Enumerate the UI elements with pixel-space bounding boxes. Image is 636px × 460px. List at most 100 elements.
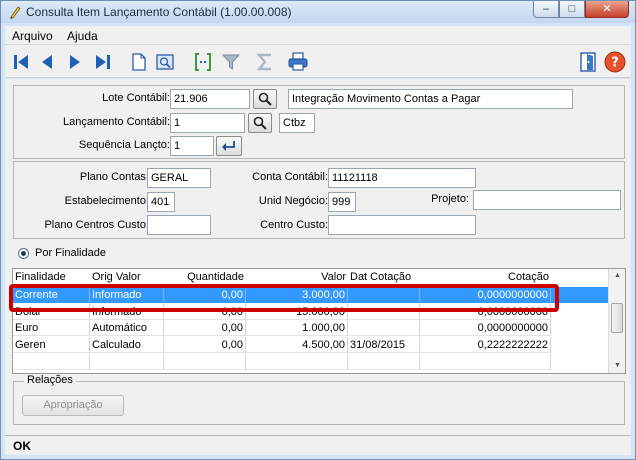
last-record-button[interactable] (91, 50, 115, 74)
main-content: Lote Contábil: 21.906 Integração Movimen… (5, 79, 631, 435)
magnifier-icon (258, 92, 272, 106)
grid-header: Finalidade Orig Valor Quantidade Valor D… (13, 269, 609, 285)
maximize-button[interactable]: □ (559, 1, 585, 18)
filter-button[interactable] (219, 50, 243, 74)
scroll-thumb[interactable] (611, 303, 623, 333)
menu-ajuda[interactable]: Ajuda (67, 29, 98, 43)
lote-description-field[interactable]: Integração Movimento Contas a Pagar (288, 89, 573, 109)
estabelecimento-field[interactable]: 401 (147, 192, 175, 212)
help-symbol: ? (611, 56, 619, 71)
close-button[interactable]: ✕ (585, 1, 629, 18)
plano-contas-label: Plano Contas: (79, 171, 149, 183)
sequencia-label: Sequência Lançto: (78, 139, 170, 151)
unid-negocio-field[interactable]: 999 (328, 192, 356, 212)
previous-record-button[interactable] (35, 50, 59, 74)
status-text: OK (13, 439, 31, 453)
empty-cell (246, 354, 348, 370)
cell-valor: 4.500,00 (246, 337, 348, 353)
scroll-up-icon[interactable]: ▲ (609, 269, 625, 283)
cell-finalidade: Geren (13, 337, 90, 353)
cell-quantidade: 0,00 (164, 337, 246, 353)
lote-group: Lote Contábil: 21.906 Integração Movimen… (13, 85, 625, 159)
column-header-quantidade[interactable]: Quantidade (164, 269, 246, 285)
magnifier-icon (253, 116, 267, 130)
menu-bar: Arquivo Ajuda (5, 26, 631, 45)
empty-cell (164, 354, 246, 370)
column-header-valor[interactable]: Valor (246, 269, 348, 285)
centro-custo-field[interactable] (328, 215, 476, 235)
projeto-field[interactable] (473, 190, 621, 210)
centro-custo-label: Centro Custo: (260, 219, 328, 231)
plano-centros-custo-label: Plano Centros Custo: (44, 219, 149, 231)
cell-finalidade: Euro (13, 320, 90, 336)
empty-cell (348, 354, 420, 370)
lancamento-lookup-button[interactable] (248, 113, 272, 133)
cell-cotacao: 0,2222222222 (420, 337, 551, 353)
previous-record-icon (42, 55, 52, 69)
empty-cell (90, 354, 164, 370)
filter-icon (221, 54, 241, 70)
selected-row-highlight (9, 284, 559, 312)
preview-icon (156, 54, 174, 70)
table-row[interactable]: Euro Automático 0,00 1.000,00 0,00000000… (13, 320, 609, 336)
column-header-finalidade[interactable]: Finalidade (13, 269, 90, 285)
cell-dat-cotacao (348, 320, 420, 336)
print-button[interactable] (286, 50, 310, 74)
minimize-button[interactable]: – (533, 1, 559, 18)
conta-contabil-field[interactable]: 11121118 (328, 168, 476, 188)
column-header-cotacao[interactable]: Cotação (420, 269, 551, 285)
por-finalidade-radio[interactable] (18, 248, 29, 259)
new-document-button[interactable] (127, 50, 151, 74)
por-finalidade-label: Por Finalidade (35, 247, 106, 259)
projeto-label: Projeto: (431, 193, 469, 205)
application-window: Consulta Item Lançamento Contábil (1.00.… (0, 0, 636, 460)
table-row-empty (13, 354, 609, 370)
menu-arquivo[interactable]: Arquivo (12, 29, 53, 43)
column-header-dat-cotacao[interactable]: Dat Cotação (348, 269, 420, 285)
table-row[interactable]: Geren Calculado 0,00 4.500,00 31/08/2015… (13, 337, 609, 353)
column-header-orig-valor[interactable]: Orig Valor (90, 269, 164, 285)
lote-field[interactable]: 21.906 (170, 89, 250, 109)
cell-orig-valor: Automático (90, 320, 164, 336)
relacoes-title: Relações (24, 374, 76, 386)
details-group: Plano Contas: GERAL Conta Contábil: 1112… (13, 161, 625, 239)
sequencia-enter-button[interactable] (216, 136, 242, 156)
relacoes-group: Relações Apropriação (13, 374, 625, 425)
unid-negocio-label: Unid Negócio: (258, 195, 328, 207)
por-finalidade-option[interactable]: Por Finalidade (13, 243, 625, 265)
status-bar: OK (5, 435, 631, 455)
plano-centros-custo-field[interactable] (147, 215, 211, 235)
lote-label: Lote Contábil: (102, 92, 170, 104)
cell-valor: 1.000,00 (246, 320, 348, 336)
cell-orig-valor: Calculado (90, 337, 164, 353)
sequencia-field[interactable]: 1 (170, 136, 214, 156)
lancamento-field[interactable]: 1 (170, 113, 245, 133)
empty-cell (420, 354, 551, 370)
preview-button[interactable] (153, 50, 177, 74)
next-record-button[interactable] (63, 50, 87, 74)
help-button[interactable]: ? (603, 50, 627, 74)
window-title: Consulta Item Lançamento Contábil (1.00.… (26, 5, 292, 19)
title-bar[interactable]: Consulta Item Lançamento Contábil (1.00.… (1, 1, 635, 23)
app-pen-icon (10, 6, 21, 19)
lote-lookup-button[interactable] (253, 89, 277, 109)
enter-arrow-icon (222, 141, 235, 151)
select-range-icon (195, 53, 211, 71)
new-document-icon (132, 53, 146, 71)
select-range-button[interactable] (191, 50, 215, 74)
apropriacao-button[interactable]: Apropriação (22, 395, 124, 416)
toolbar: ? (5, 45, 631, 78)
estabelecimento-label: Estabelecimento: (64, 195, 149, 207)
lancamento-label: Lançamento Contábil: (62, 116, 170, 128)
exit-button[interactable] (576, 50, 600, 74)
plano-contas-field[interactable]: GERAL (147, 168, 211, 188)
cell-dat-cotacao: 31/08/2015 (348, 337, 420, 353)
conta-contabil-label: Conta Contábil: (252, 171, 328, 183)
lancamento-description-field[interactable]: Ctbz (279, 113, 315, 133)
first-record-button[interactable] (9, 50, 33, 74)
sum-button[interactable] (253, 50, 277, 74)
sum-icon (256, 53, 271, 71)
scroll-down-icon[interactable]: ▼ (609, 359, 625, 373)
grid-scrollbar[interactable]: ▲ ▼ (608, 269, 625, 373)
help-icon: ? (604, 51, 626, 73)
